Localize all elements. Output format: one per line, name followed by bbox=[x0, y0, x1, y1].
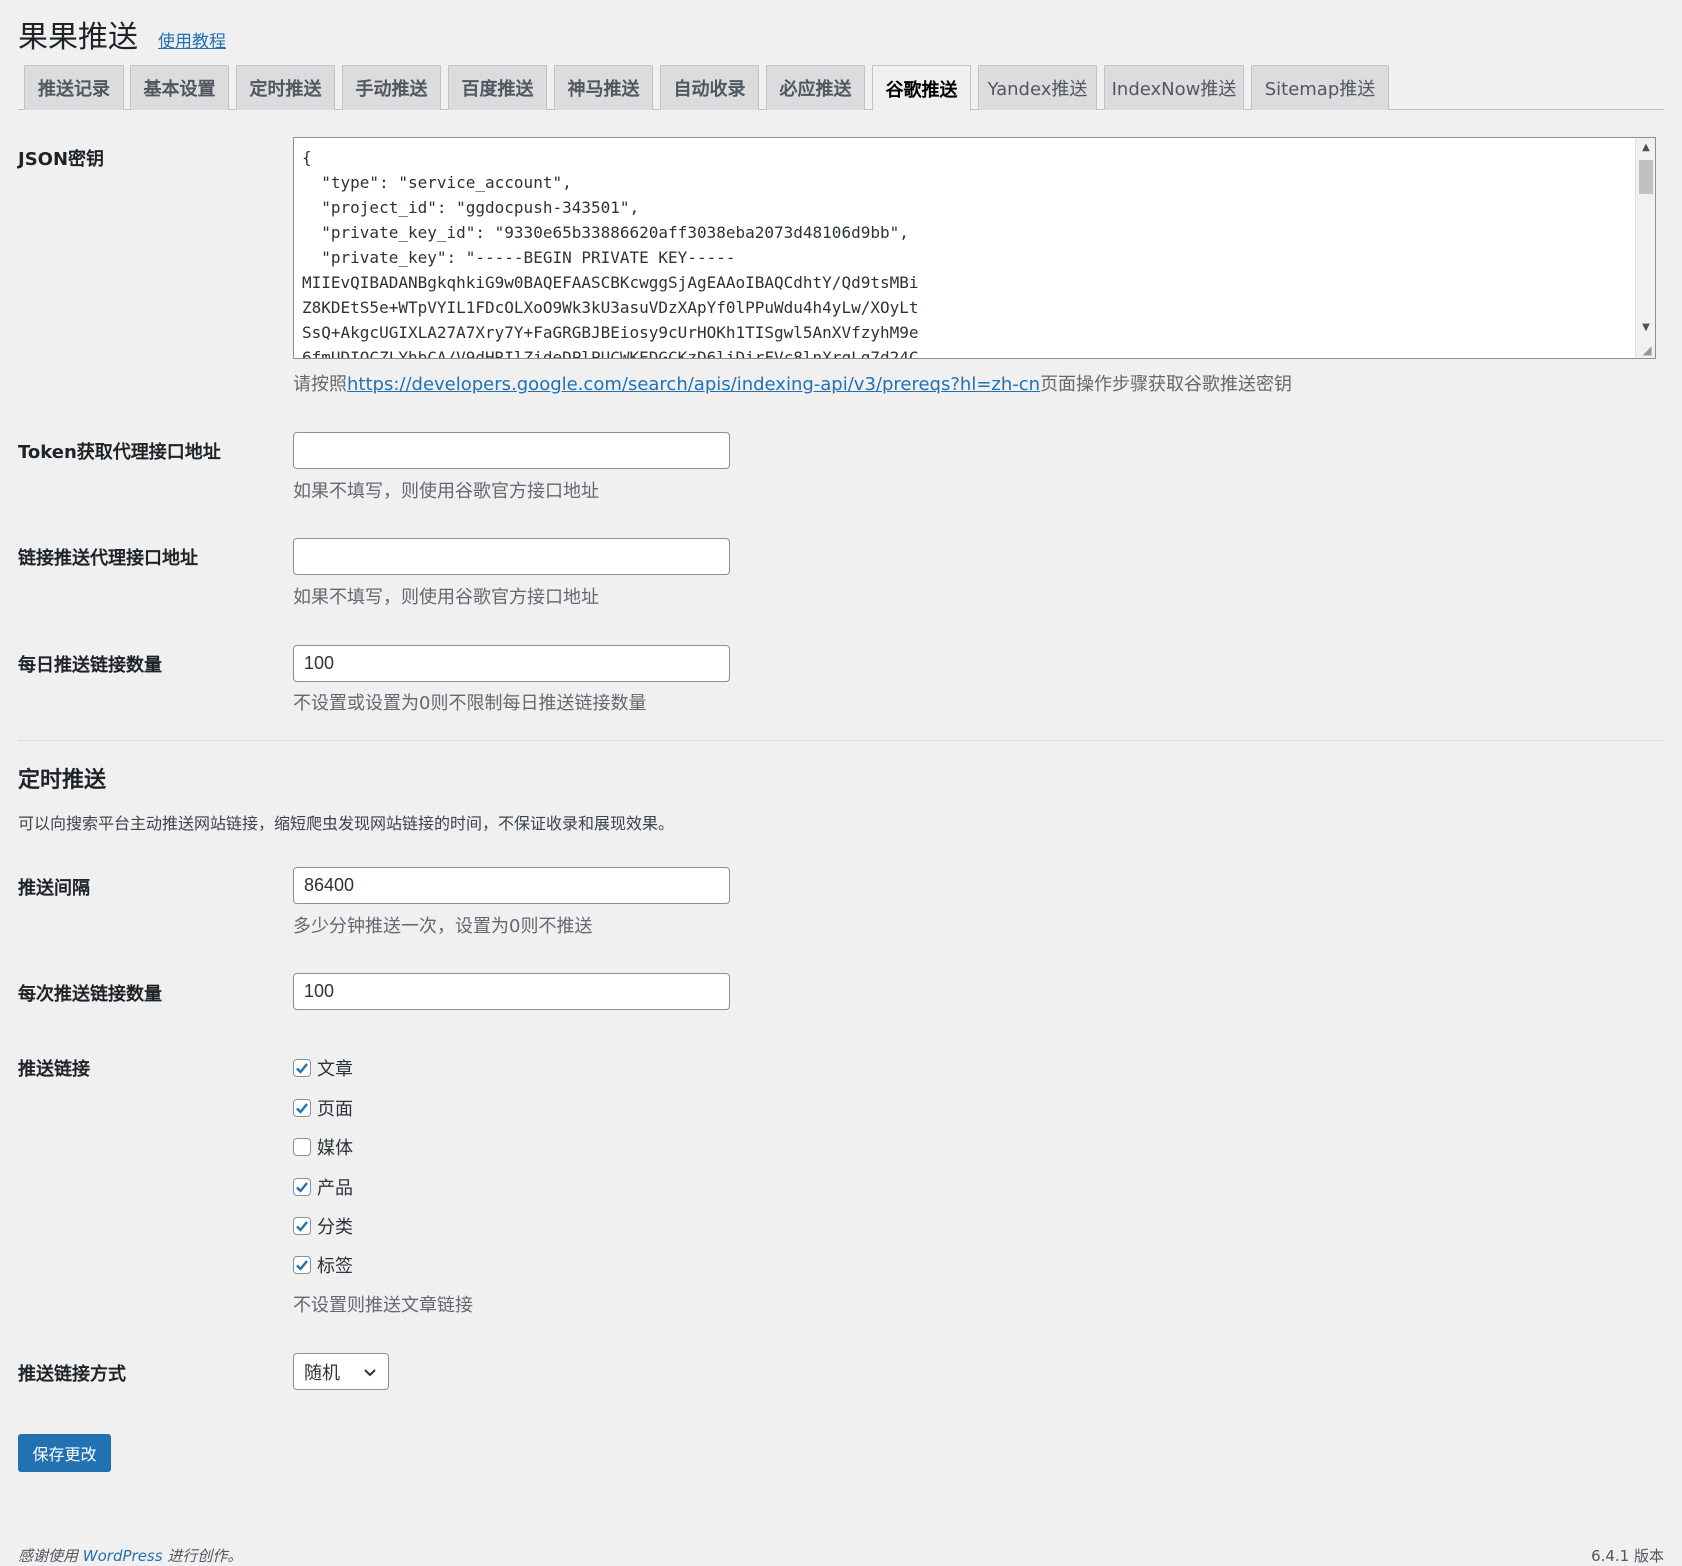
footer-prefix: 感谢使用 bbox=[18, 1547, 79, 1565]
tutorial-link[interactable]: 使用教程 bbox=[158, 27, 226, 52]
json-key-text[interactable]: { "type": "service_account", "project_id… bbox=[302, 145, 1631, 358]
scheduled-section-title: 定时推送 bbox=[18, 768, 107, 793]
checkbox-product[interactable]: 产品 bbox=[293, 1174, 353, 1200]
daily-count-input[interactable] bbox=[293, 645, 730, 682]
checkbox-tag-label: 标签 bbox=[317, 1256, 353, 1277]
push-links-label: 推送链接 bbox=[18, 1059, 90, 1080]
scroll-thumb[interactable] bbox=[1639, 160, 1653, 194]
checkbox-category-box[interactable] bbox=[293, 1217, 311, 1235]
checkbox-tag[interactable]: 标签 bbox=[293, 1252, 353, 1278]
checkbox-media-box[interactable] bbox=[293, 1138, 311, 1156]
token-proxy-label: Token获取代理接口地址 bbox=[18, 442, 221, 463]
per-count-input[interactable] bbox=[293, 973, 730, 1010]
push-method-label: 推送链接方式 bbox=[18, 1364, 126, 1385]
textarea-scrollbar[interactable]: ▲ ▼ bbox=[1635, 138, 1655, 358]
tab-bing-push[interactable]: 必应推送 bbox=[766, 65, 865, 110]
checkmark-icon bbox=[296, 1182, 308, 1193]
scheduled-section-description: 可以向搜索平台主动推送网站链接，缩短爬虫发现网站链接的时间，不保证收录和展现效果… bbox=[18, 814, 675, 833]
section-divider bbox=[18, 740, 1664, 741]
checkbox-media[interactable]: 媒体 bbox=[293, 1134, 353, 1160]
json-key-desc-suffix: 页面操作步骤获取谷歌推送密钥 bbox=[1040, 374, 1293, 395]
tab-shenma-push[interactable]: 神马推送 bbox=[554, 65, 653, 110]
link-proxy-label: 链接推送代理接口地址 bbox=[18, 548, 198, 569]
save-button[interactable]: 保存更改 bbox=[18, 1434, 111, 1472]
resize-grip-icon[interactable]: ◢ bbox=[1640, 343, 1654, 357]
chevron-down-icon bbox=[364, 1369, 376, 1377]
checkbox-post-label: 文章 bbox=[317, 1059, 353, 1080]
checkbox-page-box[interactable] bbox=[293, 1099, 311, 1117]
daily-count-description: 不设置或设置为0则不限制每日推送链接数量 bbox=[293, 693, 647, 714]
footer-suffix: 进行创作。 bbox=[167, 1547, 243, 1565]
page-header: 果果推送 使用教程 bbox=[18, 12, 226, 55]
link-proxy-description: 如果不填写，则使用谷歌官方接口地址 bbox=[293, 587, 599, 608]
per-count-label: 每次推送链接数量 bbox=[18, 984, 162, 1005]
tab-manual-push[interactable]: 手动推送 bbox=[342, 65, 441, 110]
json-key-description: 请按照https://developers.google.com/search/… bbox=[293, 370, 1292, 396]
checkbox-category[interactable]: 分类 bbox=[293, 1213, 353, 1239]
json-key-desc-prefix: 请按照 bbox=[293, 374, 347, 395]
google-docs-link[interactable]: https://developers.google.com/search/api… bbox=[347, 374, 1040, 395]
checkmark-icon bbox=[296, 1063, 308, 1074]
footer-version: 6.4.1 版本 bbox=[1591, 1547, 1664, 1565]
footer-credit: 感谢使用 WordPress 进行创作。 bbox=[18, 1545, 242, 1566]
tab-google-push[interactable]: 谷歌推送 bbox=[872, 65, 971, 111]
tab-sitemap-push[interactable]: Sitemap推送 bbox=[1251, 65, 1389, 110]
interval-input[interactable] bbox=[293, 867, 730, 904]
tab-scheduled-push[interactable]: 定时推送 bbox=[236, 65, 335, 110]
scroll-up-icon[interactable]: ▲ bbox=[1636, 140, 1655, 156]
tab-push-log[interactable]: 推送记录 bbox=[24, 65, 124, 110]
checkmark-icon bbox=[296, 1221, 308, 1232]
daily-count-label: 每日推送链接数量 bbox=[18, 655, 162, 676]
interval-label: 推送间隔 bbox=[18, 878, 90, 899]
interval-description: 多少分钟推送一次，设置为0则不推送 bbox=[293, 916, 593, 937]
link-proxy-input[interactable] bbox=[293, 538, 730, 575]
checkbox-product-label: 产品 bbox=[317, 1178, 353, 1199]
checkbox-post-box[interactable] bbox=[293, 1059, 311, 1077]
push-links-description: 不设置则推送文章链接 bbox=[293, 1295, 473, 1316]
checkbox-category-label: 分类 bbox=[317, 1217, 353, 1238]
token-proxy-input[interactable] bbox=[293, 432, 730, 469]
checkbox-media-label: 媒体 bbox=[317, 1138, 353, 1159]
checkmark-icon bbox=[296, 1260, 308, 1271]
page-title: 果果推送 bbox=[18, 20, 138, 55]
json-key-textarea[interactable]: { "type": "service_account", "project_id… bbox=[293, 137, 1656, 359]
checkbox-page-label: 页面 bbox=[317, 1099, 353, 1120]
checkbox-page[interactable]: 页面 bbox=[293, 1095, 353, 1121]
checkbox-tag-box[interactable] bbox=[293, 1256, 311, 1274]
checkmark-icon bbox=[296, 1103, 308, 1114]
tab-baidu-push[interactable]: 百度推送 bbox=[448, 65, 547, 110]
tab-auto-index[interactable]: 自动收录 bbox=[660, 65, 759, 110]
tab-yandex-push[interactable]: Yandex推送 bbox=[978, 65, 1097, 110]
tab-indexnow-push[interactable]: IndexNow推送 bbox=[1104, 65, 1244, 110]
checkbox-product-box[interactable] bbox=[293, 1178, 311, 1196]
tab-basic-settings[interactable]: 基本设置 bbox=[130, 65, 229, 110]
token-proxy-description: 如果不填写，则使用谷歌官方接口地址 bbox=[293, 481, 599, 502]
push-method-selected: 随机 bbox=[304, 1362, 340, 1384]
wordpress-link[interactable]: WordPress bbox=[83, 1547, 163, 1565]
push-method-select[interactable]: 随机 bbox=[293, 1353, 389, 1390]
scroll-down-icon[interactable]: ▼ bbox=[1636, 320, 1655, 336]
tab-bar: 推送记录 基本设置 定时推送 手动推送 百度推送 神马推送 自动收录 必应推送 … bbox=[18, 65, 1664, 111]
json-key-label: JSON密钥 bbox=[18, 149, 105, 170]
checkbox-post[interactable]: 文章 bbox=[293, 1055, 353, 1081]
